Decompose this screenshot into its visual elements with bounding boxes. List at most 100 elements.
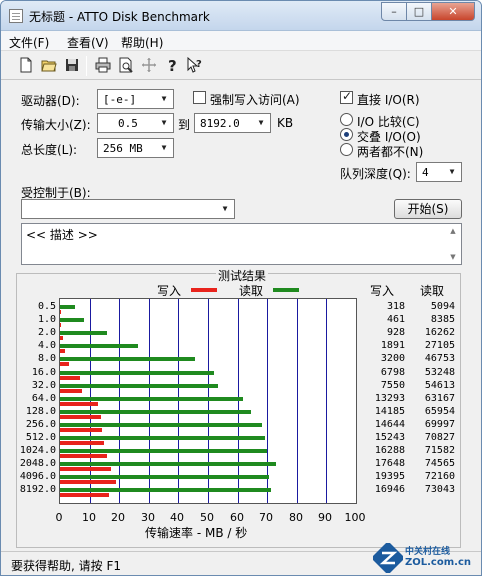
move-icon[interactable] [140, 57, 158, 75]
queue-depth-select[interactable]: 4 ▼ [416, 162, 462, 182]
print-icon[interactable] [94, 57, 112, 75]
chart-category-label: 4096.0 [19, 471, 56, 482]
read-value: 8385 [430, 314, 455, 325]
chart-category-label: 1.0 [37, 314, 56, 325]
chart-bar-write [60, 376, 80, 380]
unit-label: KB [277, 116, 294, 130]
force-write-label[interactable]: 强制写入访问(A) [210, 91, 300, 108]
chevron-down-icon[interactable]: ▼ [157, 141, 171, 155]
write-value: 928 [386, 327, 405, 338]
chart-gridline [238, 299, 239, 503]
minimize-button[interactable]: – [381, 2, 407, 21]
chart-category-label: 8192.0 [19, 484, 56, 495]
drive-select[interactable]: [-e-] ▼ [97, 89, 174, 109]
description-textarea[interactable]: << 描述 >> ▲ ▼ [21, 223, 462, 265]
chart-category-label: 1024.0 [19, 445, 56, 456]
neither-radio[interactable] [340, 143, 353, 156]
chevron-down-icon[interactable]: ▼ [218, 202, 232, 216]
chart-category-label: 0.5 [37, 301, 56, 312]
transfer-from-value: 0.5 [118, 117, 138, 130]
chart-bar-read [60, 305, 75, 309]
write-value: 3200 [380, 353, 405, 364]
write-value: 6798 [380, 367, 405, 378]
read-value: 46753 [424, 353, 455, 364]
chart-bar-read [60, 410, 251, 414]
legend-write-label: 写入 [157, 284, 182, 298]
x-tick-label: 50 [200, 511, 214, 524]
chart-bar-write [60, 493, 109, 497]
svg-text:?: ? [196, 59, 202, 70]
chart-bar-write [60, 415, 101, 419]
x-tick-label: 70 [259, 511, 273, 524]
direct-io-checkbox[interactable] [340, 89, 353, 104]
transfer-size-from-select[interactable]: 0.5 ▼ [97, 113, 174, 133]
read-value: 70827 [424, 432, 455, 443]
legend-read-label: 读取 [239, 284, 264, 298]
chart-category-label: 8.0 [37, 353, 56, 364]
chart-bar-write [60, 362, 69, 366]
chart-category-label: 4.0 [37, 340, 56, 351]
status-text: 要获得帮助, 请按 F1 [11, 559, 121, 573]
chart-gridline [119, 299, 120, 503]
menu-view[interactable]: 查看(V) [67, 34, 109, 51]
read-value: 72160 [424, 471, 455, 482]
context-help-icon[interactable]: ? [186, 56, 204, 75]
start-button[interactable]: 开始(S) [394, 199, 462, 219]
read-value: 16262 [424, 327, 455, 338]
transfer-size-to-select[interactable]: 8192.0 ▼ [194, 113, 271, 133]
chevron-down-icon[interactable]: ▼ [157, 116, 171, 130]
chart-category-label: 256.0 [25, 419, 56, 430]
chart-bar-write [60, 454, 107, 458]
chart-bar-read [60, 423, 262, 427]
transfer-size-label: 传输大小(Z): [21, 118, 91, 132]
help-icon[interactable]: ? [163, 57, 181, 75]
force-write-checkbox[interactable] [193, 91, 206, 104]
chart-bar-write [60, 467, 111, 471]
title-bar[interactable]: 无标题 - ATTO Disk Benchmark – □ ✕ [1, 1, 481, 31]
caption-buttons: – □ ✕ [381, 2, 475, 22]
chart-bar-write [60, 441, 104, 445]
write-value: 16946 [374, 484, 405, 495]
chart-bar-read [60, 384, 218, 388]
write-value: 318 [386, 301, 405, 312]
save-icon[interactable] [63, 57, 81, 75]
chart-bar-read [60, 397, 243, 401]
x-tick-label: 60 [230, 511, 244, 524]
read-value: 5094 [430, 301, 455, 312]
menu-file[interactable]: 文件(F) [9, 34, 49, 51]
scroll-down-icon[interactable]: ▼ [447, 251, 459, 263]
write-value: 1891 [380, 340, 405, 351]
new-file-icon[interactable] [17, 57, 35, 75]
direct-io-label[interactable]: 直接 I/O(R) [357, 91, 420, 108]
chart-bar-write [60, 336, 63, 340]
overlapped-io-radio[interactable] [340, 128, 353, 141]
chevron-down-icon[interactable]: ▼ [254, 116, 268, 130]
chart-bar-read [60, 462, 276, 466]
scroll-up-icon[interactable]: ▲ [447, 225, 459, 237]
chevron-down-icon[interactable]: ▼ [445, 165, 459, 179]
chevron-down-icon[interactable]: ▼ [157, 92, 171, 106]
io-compare-radio[interactable] [340, 113, 353, 126]
maximize-button[interactable]: □ [407, 2, 432, 21]
toolbar: ? ? [1, 52, 481, 80]
chart-gridline [326, 299, 327, 503]
zol-logo-icon [373, 543, 403, 573]
read-value: 73043 [424, 484, 455, 495]
total-length-select[interactable]: 256 MB ▼ [97, 138, 174, 158]
write-value: 17648 [374, 458, 405, 469]
chart-category-label: 16.0 [31, 367, 56, 378]
menu-help[interactable]: 帮助(H) [121, 34, 163, 51]
app-window: 无标题 - ATTO Disk Benchmark – □ ✕ 文件(F) 查看… [0, 0, 482, 576]
x-tick-label: 20 [111, 511, 125, 524]
neither-label[interactable]: 两者都不(N) [357, 143, 423, 160]
x-axis-label: 传输速率 - MB / 秒 [145, 526, 248, 540]
close-button[interactable]: ✕ [432, 2, 475, 21]
chart-plot-area [59, 298, 357, 504]
write-value: 461 [386, 314, 405, 325]
document-icon[interactable] [9, 9, 23, 23]
print-preview-icon[interactable] [117, 57, 135, 75]
controlled-by-select[interactable]: ▼ [21, 199, 235, 219]
menu-bar: 文件(F) 查看(V) 帮助(H) [1, 31, 481, 51]
write-value: 15243 [374, 432, 405, 443]
open-folder-icon[interactable] [40, 57, 58, 75]
